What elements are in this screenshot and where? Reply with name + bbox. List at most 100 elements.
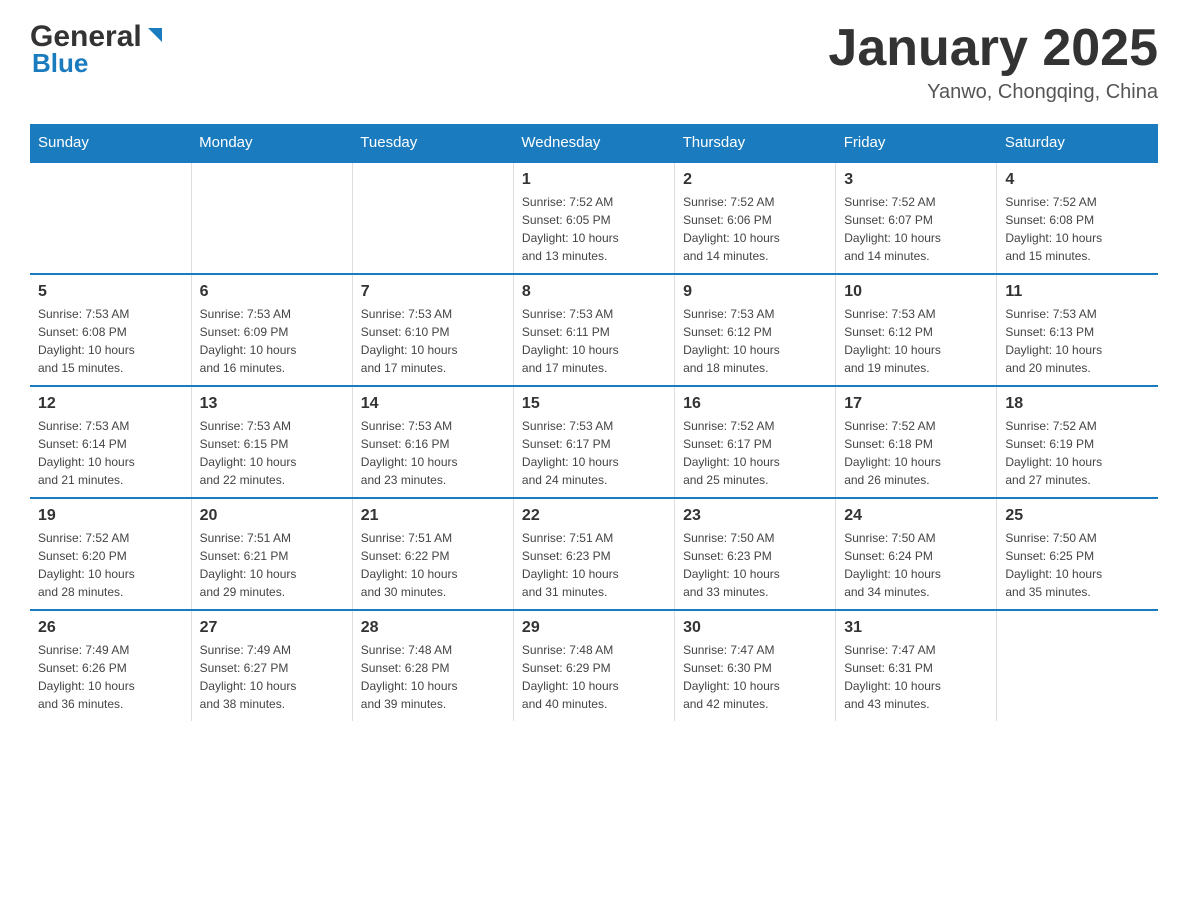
- day-info: Sunrise: 7:53 AM Sunset: 6:11 PM Dayligh…: [522, 305, 666, 377]
- day-number: 9: [683, 283, 827, 301]
- day-cell: 3 Sunrise: 7:52 AM Sunset: 6:07 PM Daylig…: [836, 162, 997, 274]
- week-row-5: 26Sunrise: 7:49 AM Sunset: 6:26 PM Dayli…: [30, 610, 1158, 721]
- day-cell: 7Sunrise: 7:53 AM Sunset: 6:10 PM Daylig…: [352, 274, 513, 386]
- day-number: 20: [200, 507, 344, 525]
- day-number: 19: [38, 507, 183, 525]
- day-number: 4: [1005, 171, 1150, 189]
- day-cell: [997, 610, 1158, 721]
- day-cell: 30Sunrise: 7:47 AM Sunset: 6:30 PM Dayli…: [675, 610, 836, 721]
- week-row-3: 12 Sunrise: 7:53 AM Sunset: 6:14 PM Dayli…: [30, 386, 1158, 498]
- day-cell: [352, 162, 513, 274]
- logo: General Blue: [30, 20, 166, 79]
- day-number: 31: [844, 619, 988, 637]
- day-info: Sunrise: 7:51 AM Sunset: 6:23 PM Dayligh…: [522, 529, 666, 601]
- day-cell: 15 Sunrise: 7:53 AM Sunset: 6:17 PM Dayli…: [513, 386, 674, 498]
- day-info: Sunrise: 7:53 AM Sunset: 6:16 PM Dayligh…: [361, 417, 505, 489]
- day-number: 26: [38, 619, 183, 637]
- day-info: Sunrise: 7:53 AM Sunset: 6:09 PM Dayligh…: [200, 305, 344, 377]
- weekday-header-sunday: Sunday: [30, 124, 191, 162]
- day-info: Sunrise: 7:49 AM Sunset: 6:27 PM Dayligh…: [200, 641, 344, 713]
- day-number: 15: [522, 395, 666, 413]
- day-cell: 26Sunrise: 7:49 AM Sunset: 6:26 PM Dayli…: [30, 610, 191, 721]
- day-number: 27: [200, 619, 344, 637]
- day-number: 5: [38, 283, 183, 301]
- day-cell: 31 Sunrise: 7:47 AM Sunset: 6:31 PM Dayli…: [836, 610, 997, 721]
- day-cell: 18 Sunrise: 7:52 AM Sunset: 6:19 PM Dayli…: [997, 386, 1158, 498]
- day-cell: 4 Sunrise: 7:52 AM Sunset: 6:08 PM Daylig…: [997, 162, 1158, 274]
- day-number: 18: [1005, 395, 1150, 413]
- day-info: Sunrise: 7:50 AM Sunset: 6:25 PM Dayligh…: [1005, 529, 1150, 601]
- day-number: 6: [200, 283, 344, 301]
- location: Yanwo, Chongqing, China: [828, 81, 1158, 104]
- weekday-header-thursday: Thursday: [675, 124, 836, 162]
- day-cell: 25 Sunrise: 7:50 AM Sunset: 6:25 PM Dayli…: [997, 498, 1158, 610]
- day-number: 29: [522, 619, 666, 637]
- day-info: Sunrise: 7:52 AM Sunset: 6:08 PM Dayligh…: [1005, 193, 1150, 265]
- week-row-1: 1Sunrise: 7:52 AM Sunset: 6:05 PM Daylig…: [30, 162, 1158, 274]
- day-info: Sunrise: 7:51 AM Sunset: 6:22 PM Dayligh…: [361, 529, 505, 601]
- day-info: Sunrise: 7:47 AM Sunset: 6:31 PM Dayligh…: [844, 641, 988, 713]
- day-number: 12: [38, 395, 183, 413]
- day-cell: 11 Sunrise: 7:53 AM Sunset: 6:13 PM Dayli…: [997, 274, 1158, 386]
- day-info: Sunrise: 7:53 AM Sunset: 6:12 PM Dayligh…: [683, 305, 827, 377]
- day-cell: 12 Sunrise: 7:53 AM Sunset: 6:14 PM Dayli…: [30, 386, 191, 498]
- day-cell: 28 Sunrise: 7:48 AM Sunset: 6:28 PM Dayli…: [352, 610, 513, 721]
- weekday-header-monday: Monday: [191, 124, 352, 162]
- day-cell: 14 Sunrise: 7:53 AM Sunset: 6:16 PM Dayli…: [352, 386, 513, 498]
- day-number: 14: [361, 395, 505, 413]
- day-info: Sunrise: 7:53 AM Sunset: 6:13 PM Dayligh…: [1005, 305, 1150, 377]
- day-cell: 20 Sunrise: 7:51 AM Sunset: 6:21 PM Dayli…: [191, 498, 352, 610]
- day-cell: 16Sunrise: 7:52 AM Sunset: 6:17 PM Dayli…: [675, 386, 836, 498]
- day-info: Sunrise: 7:52 AM Sunset: 6:19 PM Dayligh…: [1005, 417, 1150, 489]
- day-cell: 27 Sunrise: 7:49 AM Sunset: 6:27 PM Dayli…: [191, 610, 352, 721]
- day-info: Sunrise: 7:51 AM Sunset: 6:21 PM Dayligh…: [200, 529, 344, 601]
- day-info: Sunrise: 7:52 AM Sunset: 6:07 PM Dayligh…: [844, 193, 988, 265]
- day-number: 13: [200, 395, 344, 413]
- calendar-table: SundayMondayTuesdayWednesdayThursdayFrid…: [30, 124, 1158, 721]
- day-number: 8: [522, 283, 666, 301]
- day-info: Sunrise: 7:53 AM Sunset: 6:10 PM Dayligh…: [361, 305, 505, 377]
- day-number: 17: [844, 395, 988, 413]
- day-number: 28: [361, 619, 505, 637]
- weekday-header-friday: Friday: [836, 124, 997, 162]
- day-info: Sunrise: 7:50 AM Sunset: 6:23 PM Dayligh…: [683, 529, 827, 601]
- day-info: Sunrise: 7:47 AM Sunset: 6:30 PM Dayligh…: [683, 641, 827, 713]
- day-cell: 6 Sunrise: 7:53 AM Sunset: 6:09 PM Daylig…: [191, 274, 352, 386]
- day-number: 2: [683, 171, 827, 189]
- day-info: Sunrise: 7:52 AM Sunset: 6:20 PM Dayligh…: [38, 529, 183, 601]
- day-number: 1: [522, 171, 666, 189]
- day-cell: 29 Sunrise: 7:48 AM Sunset: 6:29 PM Dayli…: [513, 610, 674, 721]
- weekday-header-wednesday: Wednesday: [513, 124, 674, 162]
- day-info: Sunrise: 7:48 AM Sunset: 6:29 PM Dayligh…: [522, 641, 666, 713]
- day-number: 23: [683, 507, 827, 525]
- logo-arrow-icon: [144, 24, 166, 46]
- logo-blue: Blue: [32, 48, 88, 78]
- weekday-header-row: SundayMondayTuesdayWednesdayThursdayFrid…: [30, 124, 1158, 162]
- day-number: 22: [522, 507, 666, 525]
- day-number: 3: [844, 171, 988, 189]
- day-number: 11: [1005, 283, 1150, 301]
- week-row-4: 19 Sunrise: 7:52 AM Sunset: 6:20 PM Dayli…: [30, 498, 1158, 610]
- day-cell: 23 Sunrise: 7:50 AM Sunset: 6:23 PM Dayli…: [675, 498, 836, 610]
- day-cell: 22 Sunrise: 7:51 AM Sunset: 6:23 PM Dayli…: [513, 498, 674, 610]
- weekday-header-tuesday: Tuesday: [352, 124, 513, 162]
- day-info: Sunrise: 7:53 AM Sunset: 6:17 PM Dayligh…: [522, 417, 666, 489]
- day-number: 25: [1005, 507, 1150, 525]
- day-number: 16: [683, 395, 827, 413]
- page-header: General Blue January 2025 Yanwo, Chongqi…: [30, 20, 1158, 104]
- day-cell: [30, 162, 191, 274]
- day-cell: 24Sunrise: 7:50 AM Sunset: 6:24 PM Dayli…: [836, 498, 997, 610]
- day-info: Sunrise: 7:53 AM Sunset: 6:15 PM Dayligh…: [200, 417, 344, 489]
- day-info: Sunrise: 7:53 AM Sunset: 6:12 PM Dayligh…: [844, 305, 988, 377]
- day-cell: 19 Sunrise: 7:52 AM Sunset: 6:20 PM Dayli…: [30, 498, 191, 610]
- day-cell: 10Sunrise: 7:53 AM Sunset: 6:12 PM Dayli…: [836, 274, 997, 386]
- day-cell: 5 Sunrise: 7:53 AM Sunset: 6:08 PM Daylig…: [30, 274, 191, 386]
- day-cell: 13 Sunrise: 7:53 AM Sunset: 6:15 PM Dayli…: [191, 386, 352, 498]
- day-info: Sunrise: 7:53 AM Sunset: 6:08 PM Dayligh…: [38, 305, 183, 377]
- day-info: Sunrise: 7:52 AM Sunset: 6:18 PM Dayligh…: [844, 417, 988, 489]
- day-info: Sunrise: 7:48 AM Sunset: 6:28 PM Dayligh…: [361, 641, 505, 713]
- day-cell: 9 Sunrise: 7:53 AM Sunset: 6:12 PM Daylig…: [675, 274, 836, 386]
- day-info: Sunrise: 7:53 AM Sunset: 6:14 PM Dayligh…: [38, 417, 183, 489]
- day-cell: 1Sunrise: 7:52 AM Sunset: 6:05 PM Daylig…: [513, 162, 674, 274]
- day-cell: 17 Sunrise: 7:52 AM Sunset: 6:18 PM Dayli…: [836, 386, 997, 498]
